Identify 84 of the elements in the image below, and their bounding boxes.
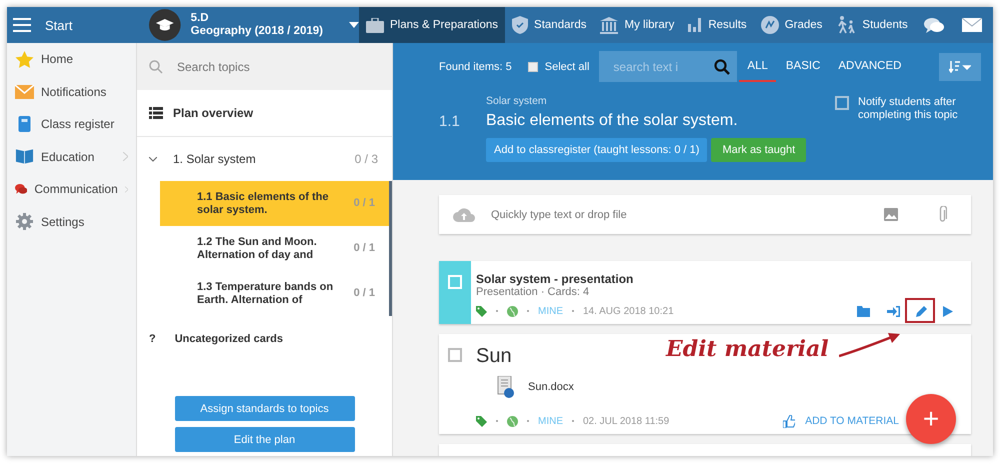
highlight-box xyxy=(905,298,935,323)
sidebar-item[interactable]: Class register xyxy=(7,108,136,140)
filter-tab[interactable]: ADVANCED xyxy=(830,51,910,82)
sort-icon xyxy=(949,60,972,72)
walking-people-icon xyxy=(836,16,856,34)
briefcase-icon xyxy=(366,18,384,32)
card-subtitle: Presentation · Cards: 4 xyxy=(476,286,590,298)
topic-item[interactable]: 1.1 Basic elements of the solar system. 0 / 1 xyxy=(160,181,392,226)
cloud-upload-icon[interactable] xyxy=(453,207,475,222)
filter-tab[interactable]: ALL xyxy=(739,51,776,82)
notify-checkbox[interactable]: Notify students after completing this topic xyxy=(835,96,971,162)
composer-field[interactable]: Quickly type text or drop file xyxy=(489,208,870,222)
topic-title: Basic elements of the solar system. xyxy=(486,112,738,130)
start-menu-button[interactable]: Start xyxy=(7,7,137,43)
sidebar-item[interactable]: Settings xyxy=(7,206,136,238)
shield-icon xyxy=(512,16,528,34)
library-icon xyxy=(600,16,618,34)
class-selector[interactable]: 5.D Geography (2018 / 2019) xyxy=(137,7,359,43)
mark-as-taught-button[interactable]: Mark as taught xyxy=(711,138,806,162)
star-icon xyxy=(15,50,34,68)
card-checkbox[interactable] xyxy=(448,348,462,362)
menu-icon xyxy=(13,18,31,32)
chat-icon xyxy=(924,16,944,34)
folder-icon[interactable] xyxy=(857,306,871,316)
search-field[interactable]: search text i xyxy=(599,51,738,82)
filter-tab[interactable]: BASIC xyxy=(778,51,828,82)
image-icon xyxy=(884,208,898,221)
topic-search-field[interactable]: Search topics xyxy=(175,58,380,74)
topic-group-item[interactable]: 1. Solar system 0 / 3 xyxy=(137,137,392,181)
add-to-material-link[interactable]: ADD TO MATERIAL xyxy=(801,415,903,427)
bar-chart-icon xyxy=(688,18,702,32)
parent-topic: Solar system xyxy=(486,95,548,107)
graduation-cap-icon xyxy=(149,9,181,41)
gear-icon xyxy=(15,213,34,230)
envelope-icon xyxy=(15,84,34,99)
plan-overview-item[interactable]: Plan overview xyxy=(137,90,392,137)
sidebar-item[interactable]: Notifications xyxy=(7,76,136,108)
owner-label: MINE xyxy=(538,416,563,426)
uncategorized-item[interactable]: ? Uncategorized cards xyxy=(137,316,392,362)
thumbs-up-icon xyxy=(783,414,796,428)
search-icon[interactable] xyxy=(714,59,730,75)
document-icon xyxy=(497,376,515,398)
globe-icon xyxy=(507,306,518,316)
caret-icon xyxy=(349,22,359,28)
sidebar-item[interactable]: Home xyxy=(7,43,136,76)
sidebar-item[interactable]: Communication xyxy=(7,173,136,206)
found-count: Found items: 5 xyxy=(439,60,512,72)
pencil-icon[interactable] xyxy=(916,306,927,316)
open-book-icon xyxy=(15,149,34,164)
sign-in-icon[interactable] xyxy=(887,306,900,316)
nav-tab[interactable]: Plans & Preparations xyxy=(359,7,506,43)
card-title: Sun xyxy=(476,345,512,368)
search-icon xyxy=(149,60,163,74)
sidebar-item[interactable]: Education xyxy=(7,140,136,173)
owner-label: MINE xyxy=(538,306,563,316)
plan-button[interactable]: Edit the plan xyxy=(174,427,354,452)
list-icon xyxy=(149,107,163,119)
card-title: Solar system - presentation xyxy=(476,272,634,286)
nav-tab[interactable]: Grades xyxy=(754,7,830,43)
tag-icon xyxy=(476,306,487,316)
plan-button[interactable]: Assign standards to topics xyxy=(174,396,354,421)
file-name: Sun.docx xyxy=(528,381,574,393)
annotation-text: Edit material xyxy=(666,336,829,362)
paperclip-icon xyxy=(938,206,947,223)
nav-tab[interactable]: My library xyxy=(593,7,682,43)
card-date: 14. AUG 2018 10:21 xyxy=(583,306,674,316)
topic-search-bar[interactable]: Search topics xyxy=(137,43,392,90)
nav-tab[interactable]: Students xyxy=(829,7,915,43)
annotation-arrow xyxy=(838,332,901,358)
tag-icon xyxy=(476,416,487,426)
card-date: 02. JUL 2018 11:59 xyxy=(583,416,670,426)
mail-icon xyxy=(962,18,982,32)
nav-tab[interactable]: Standards xyxy=(505,7,594,43)
add-to-classregister-button[interactable]: Add to classregister (taught lessons: 0 / 1) xyxy=(486,138,708,162)
play-icon[interactable] xyxy=(943,306,953,316)
nav-tab[interactable]: Results xyxy=(681,7,754,43)
composer-box[interactable]: Quickly type text or drop file xyxy=(439,195,971,234)
grade-badge-icon xyxy=(760,16,779,34)
sort-button[interactable] xyxy=(939,52,982,80)
select-all-checkbox[interactable]: Select all xyxy=(528,60,590,72)
class-name: 5.D xyxy=(190,12,210,25)
globe-icon xyxy=(507,416,518,426)
topic-number: 1.1 xyxy=(439,112,461,130)
subject-name: Geography (2018 / 2019) xyxy=(190,25,324,38)
